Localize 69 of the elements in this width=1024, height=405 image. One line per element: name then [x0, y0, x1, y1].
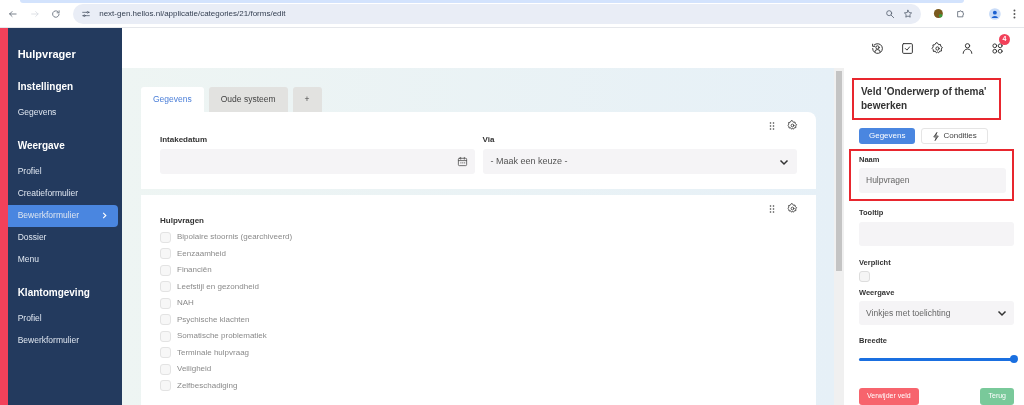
checkbox[interactable]	[160, 363, 171, 375]
checkbox[interactable]	[160, 264, 171, 276]
checkbox-icon[interactable]	[901, 41, 914, 55]
via-select[interactable]: - Maak een keuze -	[482, 149, 797, 174]
sidebar-item[interactable]: Profiel	[7, 307, 118, 330]
sidebar-heading: Klantomgeving	[16, 285, 91, 300]
settings-icon[interactable]	[787, 203, 798, 214]
sidebar-item[interactable]: Menu	[7, 248, 118, 271]
form-tab[interactable]: Oude systeem	[208, 87, 288, 112]
sidebar-title: Hulpvrager	[16, 47, 77, 62]
field-label: Hulpvragen	[160, 215, 205, 227]
site-settings-icon[interactable]	[81, 8, 92, 19]
option-label: Eenzaamheid	[177, 247, 226, 260]
zoom-icon[interactable]	[884, 8, 895, 19]
checkbox[interactable]	[160, 314, 171, 326]
sidebar-item[interactable]: Creatieformulier	[7, 182, 118, 205]
calendar-icon[interactable]	[456, 156, 468, 167]
chevron-right-icon	[101, 212, 108, 219]
field-label: Intakedatum	[160, 134, 209, 146]
option-label: Psychische klachten	[177, 313, 250, 326]
panel-title: Veld 'Onderwerp of thema' bewerken	[852, 78, 1001, 120]
date-field[interactable]	[160, 149, 475, 174]
option-label: Veiligheid	[177, 363, 212, 376]
option-label: NAH	[177, 297, 194, 310]
form-tab[interactable]: +	[292, 87, 322, 112]
sidebar-item[interactable]: Gegevens	[7, 101, 118, 124]
settings-icon[interactable]	[787, 120, 798, 131]
option-label: Somatische problematiek	[177, 330, 267, 343]
settings-icon[interactable]	[931, 41, 944, 55]
apps-grid-icon[interactable]	[991, 41, 1004, 55]
option-label: Terminale hulpvraag	[177, 346, 250, 359]
form-tab[interactable]: Gegevens	[141, 87, 204, 112]
slider-thumb[interactable]	[1010, 355, 1018, 364]
back-icon[interactable]	[8, 8, 18, 19]
checkbox[interactable]	[859, 270, 870, 282]
user-icon[interactable]	[961, 41, 974, 55]
bolt-icon	[932, 131, 941, 141]
option-label: Zelfbeschadiging	[177, 379, 238, 392]
drag-handle-icon[interactable]	[769, 120, 775, 131]
checkbox[interactable]	[160, 380, 171, 392]
checkbox[interactable]	[160, 281, 171, 293]
profile-avatar-icon[interactable]	[989, 7, 1002, 20]
panel-tab[interactable]: Condities	[921, 128, 988, 144]
checkbox[interactable]	[160, 330, 171, 342]
address-bar[interactable]: next-gen.hellos.nl/applicatie/categories/21/forms/edit	[73, 3, 921, 24]
more-icon[interactable]	[1013, 8, 1016, 19]
sidebar-item[interactable]: Dossier	[7, 226, 118, 249]
name-field[interactable]: Hulpvragen	[859, 168, 1006, 194]
checkbox[interactable]	[160, 297, 171, 309]
sidebar-heading: Instellingen	[16, 79, 75, 94]
drag-handle-icon[interactable]	[769, 203, 775, 214]
sidebar-item[interactable]: Profiel	[7, 160, 118, 183]
checkbox[interactable]	[160, 347, 171, 359]
sidebar-item[interactable]: Bewerkformulier	[7, 329, 118, 352]
history-user-icon[interactable]	[871, 41, 884, 55]
display-select[interactable]: Vinkjes met toelichting	[859, 300, 1014, 325]
checkbox[interactable]	[160, 231, 171, 243]
option-label: Financiën	[177, 264, 212, 277]
extension-icon[interactable]	[932, 8, 944, 19]
scrollbar-thumb[interactable]	[836, 71, 842, 271]
field-label: Via	[482, 134, 496, 146]
option-label: Bipolaire stoornis (gearchiveerd)	[177, 231, 293, 244]
star-icon[interactable]	[902, 8, 913, 19]
sidebar-heading: Weergave	[16, 138, 66, 153]
url-text: next-gen.hellos.nl/applicatie/categories/21/forms/edit	[99, 7, 287, 20]
option-label: Leefstijl en gezondheid	[177, 280, 259, 293]
checkbox[interactable]	[160, 248, 171, 260]
panel-tab[interactable]: Gegevens	[859, 128, 916, 144]
reload-icon[interactable]	[51, 8, 62, 19]
